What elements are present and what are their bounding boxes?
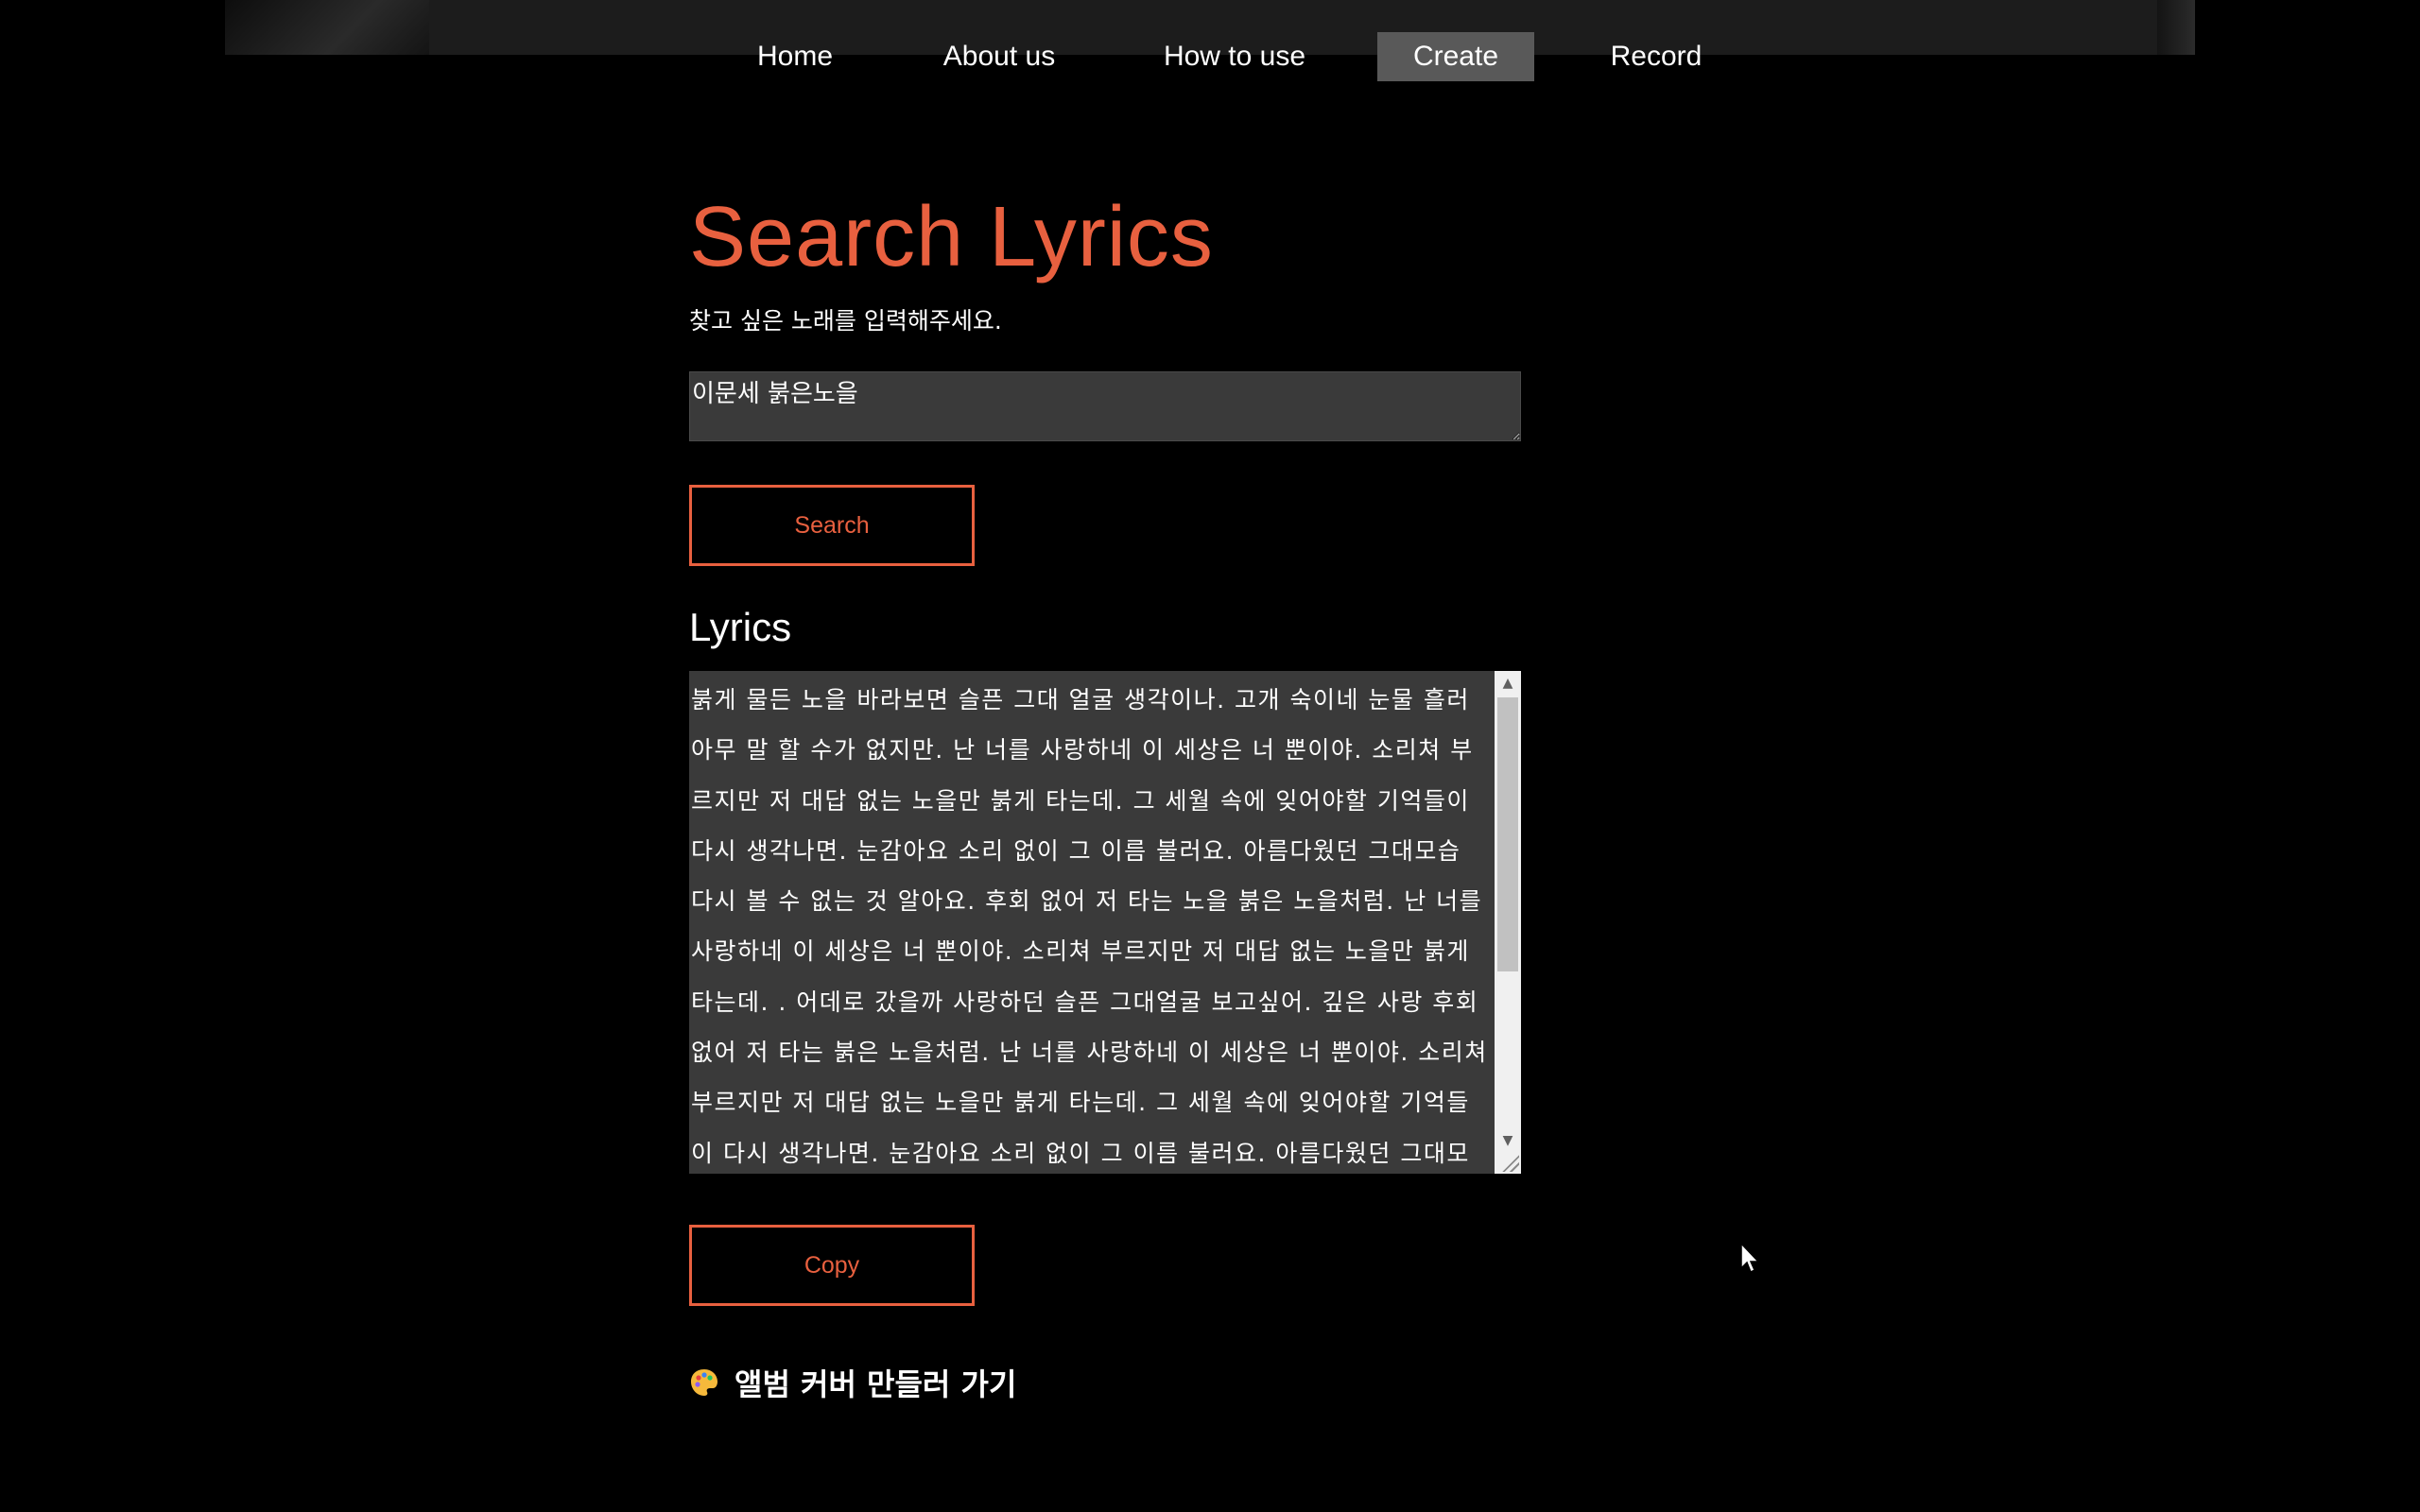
nav-create[interactable]: Create [1377,32,1534,81]
page-title: Search Lyrics [689,190,1214,284]
resize-grip-icon[interactable] [1502,1155,1519,1172]
nav-home[interactable]: Home [757,32,833,81]
page-subtitle: 찾고 싶은 노래를 입력해주세요. [689,307,1002,335]
album-cover-link[interactable]: 앨범 커버 만들러 가기 [689,1361,1016,1404]
scrollbar-thumb[interactable] [1497,697,1518,971]
palette-icon [691,1369,717,1396]
copy-button[interactable]: Copy [689,1225,975,1306]
song-search-input[interactable]: 이문세 붉은노을 [689,371,1521,441]
nav-record[interactable]: Record [1611,32,1703,81]
lyrics-heading: Lyrics [689,605,792,649]
main-nav: Home About us How to use Create Record [0,0,2420,85]
nav-how-to-use[interactable]: How to use [1164,32,1305,81]
lyrics-scrollbar[interactable]: ▲ ▼ [1495,671,1521,1174]
mouse-cursor-icon [1740,1242,1760,1274]
album-cover-link-label: 앨범 커버 만들러 가기 [735,1366,1017,1402]
lyrics-text: 붉게 물든 노을 바라보면 슬픈 그대 얼굴 생각이나. 고개 숙이네 눈물 흘… [691,686,1488,1167]
nav-about-us[interactable]: About us [943,32,1055,81]
scroll-down-arrow-icon[interactable]: ▼ [1495,1128,1521,1153]
search-button[interactable]: Search [689,485,975,566]
lyrics-textarea[interactable]: 붉게 물든 노을 바라보면 슬픈 그대 얼굴 생각이나. 고개 숙이네 눈물 흘… [689,671,1521,1174]
scroll-up-arrow-icon[interactable]: ▲ [1495,671,1521,696]
